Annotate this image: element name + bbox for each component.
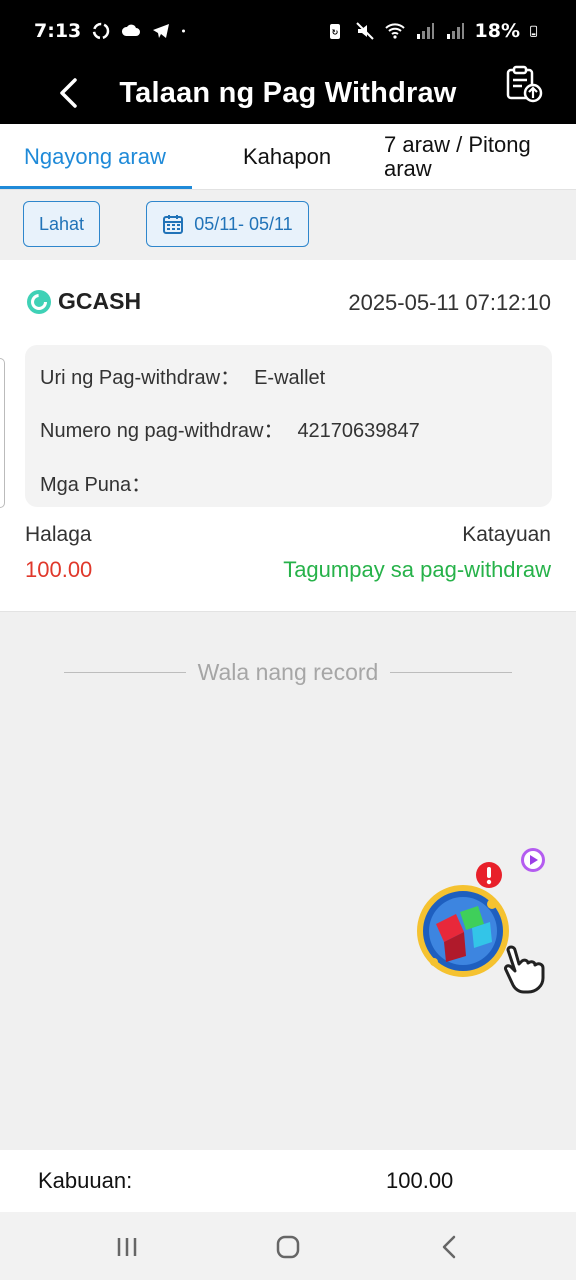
tab-seven-days[interactable]: 7 araw / Pitong araw	[384, 124, 554, 190]
app-header: Talaan ng Pag Withdraw	[0, 62, 576, 124]
clipboard-upload-icon	[506, 65, 543, 103]
tab-today[interactable]: Ngayong araw	[24, 124, 166, 190]
remarks-label: Mga Puna：	[40, 474, 152, 496]
svg-text:↻: ↻	[331, 28, 338, 37]
page-title: Talaan ng Pag Withdraw	[119, 76, 457, 109]
amount-label: Halaga	[25, 523, 92, 546]
floating-game-widget[interactable]	[412, 840, 562, 1000]
status-value: Tagumpay sa pag-withdraw	[283, 557, 551, 582]
back-button[interactable]	[50, 70, 86, 116]
total-label: Kabuuan:	[38, 1168, 133, 1193]
withdraw-type-row: Uri ng Pag-withdraw： E-wallet	[40, 361, 325, 390]
wifi-icon	[384, 23, 405, 39]
play-badge-icon	[521, 848, 545, 872]
hand-pointer-icon	[504, 945, 545, 994]
back-nav-icon[interactable]	[435, 1232, 465, 1262]
mute-icon	[355, 22, 374, 40]
withdraw-type-label: Uri ng Pag-withdraw：	[40, 367, 241, 389]
tab-yesterday[interactable]: Kahapon	[243, 124, 331, 190]
all-filter-label: Lahat	[38, 213, 85, 234]
system-nav-bar	[0, 1212, 576, 1280]
battery-saver-icon: ↻	[329, 24, 340, 39]
date-range-button[interactable]: 05/11- 05/11	[146, 201, 309, 247]
home-icon[interactable]	[273, 1232, 303, 1262]
telegram-icon	[153, 24, 170, 38]
gift-cube-icon	[417, 885, 509, 977]
battery-percent: 18%	[474, 20, 520, 42]
status-label: Katayuan	[462, 523, 551, 546]
no-more-records-text: Wala nang record	[197, 658, 379, 685]
divider-right	[390, 671, 512, 673]
gcash-logo-icon	[27, 289, 51, 314]
withdraw-type-value: E-wallet	[254, 367, 326, 389]
record-datetime: 2025-05-11 07:12:10	[348, 290, 551, 315]
date-tabs: Ngayong araw Kahapon 7 araw / Pitong ara…	[0, 124, 576, 190]
withdraw-number-label: Numero ng pag-withdraw：	[40, 420, 284, 442]
filter-row: Lahat 05/11- 05/11	[0, 190, 576, 260]
battery-icon	[530, 25, 538, 37]
payment-method-name: GCASH	[58, 288, 142, 314]
active-tab-indicator	[0, 186, 192, 189]
status-bar: 7:13 ↻ 18%	[0, 0, 576, 62]
chevron-left-icon	[60, 78, 77, 108]
amount-value: 100.00	[25, 557, 93, 582]
divider-left	[64, 671, 186, 673]
record-details: Uri ng Pag-withdraw： E-wallet Numero ng p…	[25, 345, 552, 507]
withdraw-number-row: Numero ng pag-withdraw： 42170639847	[40, 414, 420, 443]
withdraw-record-card[interactable]: GCASH 2025-05-11 07:12:10 Uri ng Pag-wit…	[0, 260, 576, 612]
sync-icon	[93, 22, 110, 40]
total-bar: Kabuuan: 100.00	[0, 1150, 576, 1212]
records-export-button[interactable]	[504, 64, 544, 104]
cloud-icon	[122, 24, 141, 36]
payment-method: GCASH	[26, 288, 141, 315]
withdraw-number-value: 42170639847	[297, 420, 420, 442]
recent-apps-icon[interactable]	[112, 1232, 142, 1262]
remarks-row: Mga Puna：	[40, 468, 165, 497]
calendar-icon	[163, 215, 184, 234]
dot-icon	[182, 29, 186, 33]
date-range-label: 05/11- 05/11	[194, 213, 293, 234]
side-handle	[0, 358, 5, 508]
no-more-records: Wala nang record	[64, 656, 512, 688]
total-value: 100.00	[386, 1168, 454, 1193]
status-time: 7:13	[34, 20, 82, 42]
signal-icon	[446, 23, 464, 39]
all-filter-button[interactable]: Lahat	[23, 201, 100, 247]
signal-icon	[416, 23, 434, 39]
